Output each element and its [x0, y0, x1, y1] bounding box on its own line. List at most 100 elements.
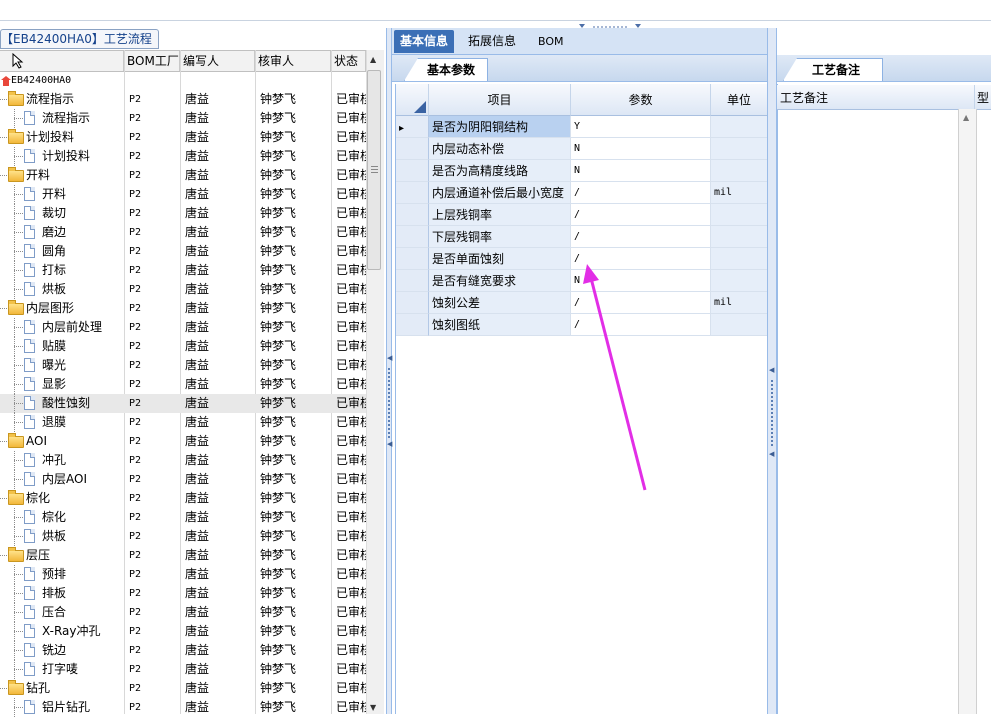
tree-item-row[interactable]: 铣边 P2 唐益 钟梦飞 已审核 — [0, 641, 366, 660]
tree-item-row[interactable]: X-Ray冲孔 P2 唐益 钟梦飞 已审核 — [0, 622, 366, 641]
tree-folder-row[interactable]: 计划投料 P2 唐益 钟梦飞 已审核 — [0, 128, 366, 147]
param-value-cell[interactable]: / — [571, 204, 711, 226]
tab-bom[interactable]: BOM — [532, 30, 570, 53]
tab-extended-info[interactable]: 拓展信息 — [462, 30, 522, 53]
tree-item-row[interactable]: 铝片钻孔 P2 唐益 钟梦飞 已审核 — [0, 698, 366, 717]
notes-scroll-up-icon[interactable]: ▲ — [963, 113, 969, 122]
notes-col-header-2[interactable]: 型 — [977, 89, 989, 106]
tree-item-row[interactable]: 流程指示 P2 唐益 钟梦飞 已审核 — [0, 109, 366, 128]
tree-item-row[interactable]: 退膜 P2 唐益 钟梦飞 已审核 — [0, 413, 366, 432]
tree-col-bom-header[interactable]: BOM工厂 — [124, 51, 180, 71]
row-indicator[interactable] — [396, 248, 429, 270]
tree-folder-row[interactable]: 内层图形 P2 唐益 钟梦飞 已审核 — [0, 299, 366, 318]
status-cell: 已审核 — [336, 111, 366, 125]
param-item-cell: 是否为高精度线路 — [429, 160, 571, 182]
row-indicator[interactable] — [396, 292, 429, 314]
row-indicator[interactable] — [396, 138, 429, 160]
param-row[interactable]: 上层残铜率 / — [396, 204, 768, 226]
tab-basic-info[interactable]: 基本信息 — [394, 30, 455, 53]
tree-item-row[interactable]: 打标 P2 唐益 钟梦飞 已审核 — [0, 261, 366, 280]
tree-item-row[interactable]: 烘板 P2 唐益 钟梦飞 已审核 — [0, 527, 366, 546]
bom-factory-cell: P2 — [129, 607, 142, 618]
subtab-process-notes[interactable]: 工艺备注 — [783, 58, 884, 81]
collapse-right-arrow-icon-2[interactable]: ◀ — [769, 450, 774, 458]
row-indicator[interactable] — [396, 226, 429, 248]
reviewer-cell: 钟梦飞 — [260, 225, 297, 239]
reviewer-cell: 钟梦飞 — [260, 681, 297, 695]
bom-factory-cell: P2 — [129, 227, 142, 238]
tree-item-row[interactable]: 压合 P2 唐益 钟梦飞 已审核 — [0, 603, 366, 622]
param-row[interactable]: ▸ 是否为阴阳铜结构 Y — [396, 116, 768, 138]
tree-item-row[interactable]: 排板 P2 唐益 钟梦飞 已审核 — [0, 584, 366, 603]
right-splitter[interactable]: ◀ ◀ — [767, 28, 777, 714]
row-indicator[interactable] — [396, 314, 429, 336]
grid-col-param-header[interactable]: 参数 — [571, 84, 711, 116]
param-value-cell[interactable]: / — [571, 182, 711, 204]
tree-item-row[interactable]: 贴膜 P2 唐益 钟梦飞 已审核 — [0, 337, 366, 356]
tree-item-row[interactable]: 冲孔 P2 唐益 钟梦飞 已审核 — [0, 451, 366, 470]
tree-folder-row[interactable]: 开料 P2 唐益 钟梦飞 已审核 — [0, 166, 366, 185]
row-indicator[interactable] — [396, 182, 429, 204]
tree-item-row[interactable]: 酸性蚀刻 P2 唐益 钟梦飞 已审核 — [0, 394, 366, 413]
grid-col-unit-header[interactable]: 单位 — [711, 84, 768, 116]
row-indicator[interactable] — [396, 204, 429, 226]
collapse-left-arrow-icon[interactable]: ◀ — [387, 354, 392, 362]
tree-item-row[interactable]: 预排 P2 唐益 钟梦飞 已审核 — [0, 565, 366, 584]
reviewer-cell: 钟梦飞 — [260, 548, 297, 562]
tree-folder-row[interactable]: 层压 P2 唐益 钟梦飞 已审核 — [0, 546, 366, 565]
tree-item-row[interactable]: 开料 P2 唐益 钟梦飞 已审核 — [0, 185, 366, 204]
document-icon — [24, 263, 35, 277]
param-row[interactable]: 内层动态补偿 N — [396, 138, 768, 160]
horizontal-splitter-handle[interactable] — [577, 20, 643, 28]
subtab-basic-params[interactable]: 基本参数 — [404, 58, 489, 81]
tree-scrollbar-thumb[interactable] — [367, 70, 381, 270]
tree-item-row[interactable]: 计划投料 P2 唐益 钟梦飞 已审核 — [0, 147, 366, 166]
tree-item-row[interactable]: 显影 P2 唐益 钟梦飞 已审核 — [0, 375, 366, 394]
writer-cell: 唐益 — [185, 662, 210, 676]
reviewer-cell: 钟梦飞 — [260, 491, 297, 505]
param-row[interactable]: 是否为高精度线路 N — [396, 160, 768, 182]
tree-col-name-header[interactable] — [0, 51, 124, 71]
row-indicator[interactable]: ▸ — [396, 116, 429, 138]
tree-item-row[interactable]: 内层前处理 P2 唐益 钟梦飞 已审核 — [0, 318, 366, 337]
param-value-cell[interactable]: Y — [571, 116, 711, 138]
collapse-right-arrow-icon[interactable]: ◀ — [769, 366, 774, 374]
grid-col-item-header[interactable]: 项目 — [429, 84, 571, 116]
param-value-cell[interactable]: / — [571, 226, 711, 248]
tree-item-row[interactable]: 圆角 P2 唐益 钟梦飞 已审核 — [0, 242, 366, 261]
notes-scrollbar[interactable]: ▲ — [958, 109, 977, 714]
tree-col-reviewer-header[interactable]: 核审人 — [255, 51, 331, 71]
tree-item-row[interactable]: 磨边 P2 唐益 钟梦飞 已审核 — [0, 223, 366, 242]
row-indicator[interactable] — [396, 160, 429, 182]
scroll-up-arrow-icon[interactable]: ▲ — [370, 55, 376, 64]
tree-item-row[interactable]: 烘板 P2 唐益 钟梦飞 已审核 — [0, 280, 366, 299]
tree-folder-row[interactable]: AOI P2 唐益 钟梦飞 已审核 — [0, 432, 366, 451]
tree-item-row[interactable]: 裁切 P2 唐益 钟梦飞 已审核 — [0, 204, 366, 223]
tree-folder-row[interactable]: 流程指示 P2 唐益 钟梦飞 已审核 — [0, 90, 366, 109]
tree-node-label: 流程指示 — [42, 111, 91, 125]
tree-node-label: 铝片钻孔 — [42, 700, 91, 714]
process-flow-caption: 【EB42400HA0】工艺流程 — [0, 29, 159, 49]
param-unit-cell — [711, 160, 768, 182]
param-row[interactable]: 内层通道补偿后最小宽度 / mil — [396, 182, 768, 204]
param-row[interactable]: 下层残铜率 / — [396, 226, 768, 248]
tree-node-label: 烘板 — [42, 529, 67, 543]
row-indicator[interactable] — [396, 270, 429, 292]
tree-item-row[interactable]: 曝光 P2 唐益 钟梦飞 已审核 — [0, 356, 366, 375]
tree-item-row[interactable]: 棕化 P2 唐益 钟梦飞 已审核 — [0, 508, 366, 527]
param-value-cell[interactable]: N — [571, 138, 711, 160]
collapse-left-arrow-icon-2[interactable]: ◀ — [387, 440, 392, 448]
status-cell: 已审核 — [336, 491, 366, 505]
tree-folder-row[interactable]: 棕化 P2 唐益 钟梦飞 已审核 — [0, 489, 366, 508]
tree-root[interactable]: EB42400HA0 — [0, 71, 366, 90]
tree-folder-row[interactable]: 钻孔 P2 唐益 钟梦飞 已审核 — [0, 679, 366, 698]
tree-item-row[interactable]: 内层AOI P2 唐益 钟梦飞 已审核 — [0, 470, 366, 489]
param-value-cell[interactable]: N — [571, 160, 711, 182]
tree-col-writer-header[interactable]: 编写人 — [180, 51, 255, 71]
tree-item-row[interactable]: 打字唛 P2 唐益 钟梦飞 已审核 — [0, 660, 366, 679]
tree-col-status-header[interactable]: 状态 — [331, 51, 366, 71]
writer-cell: 唐益 — [185, 529, 210, 543]
notes-col-header[interactable]: 工艺备注 — [780, 89, 828, 106]
scroll-down-arrow-icon[interactable]: ▼ — [370, 703, 376, 712]
left-splitter[interactable]: ◀ ◀ — [386, 28, 392, 714]
